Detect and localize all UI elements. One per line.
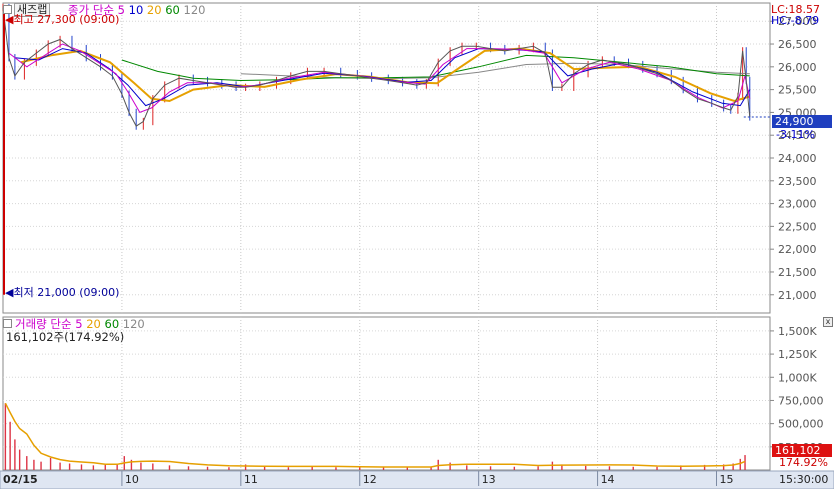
change-pct-label: -3.11% <box>776 128 815 141</box>
low-price-marker: ◀최저 21,000 (09:00) <box>5 286 119 299</box>
volume-indicator-legend: 거래량 단순 5 20 60 120 <box>15 317 145 331</box>
high-price-marker: ◀최고 27,300 (09:00) <box>5 13 119 26</box>
volume-tick-label: 500,000 <box>778 418 824 431</box>
volume-ma-20: 20 <box>86 317 101 331</box>
volume-tick-label: 1,500K <box>778 325 817 338</box>
volume-tick-label: 750,000 <box>778 394 824 407</box>
stock-chart-window: 21,000 21,500 22,000 22,500 23,000 23,500 24,0… <box>0 0 834 489</box>
volume-tick-label: 1,250K <box>778 348 817 361</box>
price-tick-label: 23,500 <box>778 175 817 188</box>
volume-indicator-name: 거래량 단순 <box>15 317 72 331</box>
x-tick-label: 13 <box>482 473 496 486</box>
volume-ma-60: 60 <box>104 317 120 331</box>
volume-panel-checkbox[interactable] <box>3 319 12 328</box>
current-price-badge: 24,900 <box>772 115 832 128</box>
price-ma-120: 120 <box>183 3 206 17</box>
price-tick-label: 26,500 <box>778 38 817 51</box>
volume-tick-label: 1,000K <box>778 371 817 384</box>
x-axis-first-label: 02/15 <box>3 473 38 486</box>
price-ma-10: 10 <box>128 3 144 17</box>
price-tick-label: 22,500 <box>778 220 817 233</box>
price-ma-60: 60 <box>165 3 180 17</box>
x-tick-label: 11 <box>244 473 258 486</box>
volume-ma-120: 120 <box>122 317 145 331</box>
low-price-text: 최저 21,000 (09:00) <box>13 286 120 299</box>
price-tick-label: 24,000 <box>778 152 817 165</box>
x-axis-last-label: 15:30:00 <box>779 473 829 486</box>
volume-summary: 161,102주(174.92%) <box>6 330 125 344</box>
price-tick-label: 22,000 <box>778 243 817 256</box>
price-tick-label: 26,000 <box>778 61 817 74</box>
price-tick-label: 21,000 <box>778 289 817 302</box>
chart-canvas[interactable]: 21,000 21,500 22,000 22,500 23,000 23,500 24,0… <box>0 0 834 489</box>
price-ma-20: 20 <box>146 3 162 17</box>
price-tick-label: 25,500 <box>778 84 817 97</box>
high-price-text: 최고 27,300 (09:00) <box>13 13 120 26</box>
x-tick-label: 10 <box>125 473 139 486</box>
volume-panel-close-icon[interactable]: x <box>823 317 833 327</box>
price-tick-label: 21,500 <box>778 266 817 279</box>
x-tick-label: 12 <box>363 473 377 486</box>
x-tick-label: 14 <box>601 473 615 486</box>
price-tick-label: 23,000 <box>778 198 817 211</box>
volume-ma-5: 5 <box>75 317 83 331</box>
hc-label: HC:-8.79 <box>771 14 820 27</box>
x-tick-label: 15 <box>719 473 733 486</box>
volume-pct-label: 174.92% <box>779 456 828 469</box>
